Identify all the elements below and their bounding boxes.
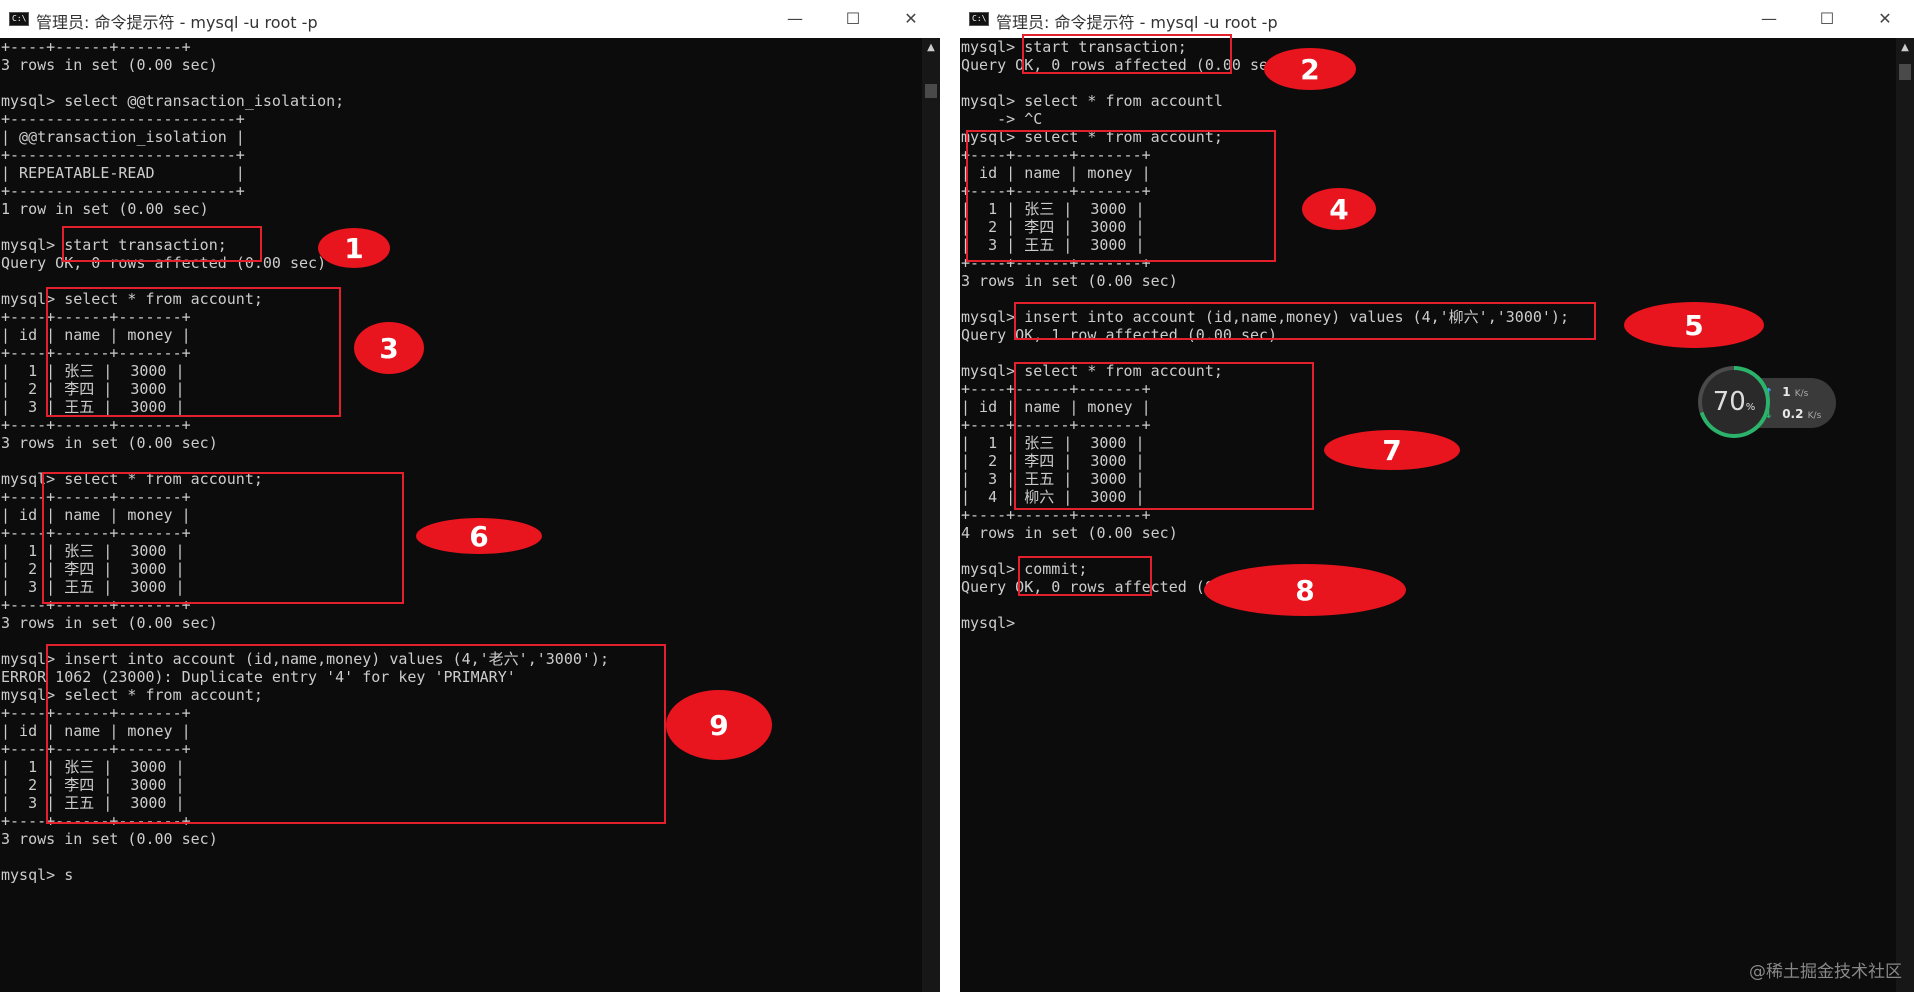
left-console-line: mysql> s <box>1 866 74 884</box>
left-console-line: 3 rows in set (0.00 sec) <box>1 56 218 74</box>
right-console-line <box>960 596 1896 614</box>
upload-speed-row: ↑ 1 K/s <box>1764 383 1834 401</box>
scroll-up-arrow-icon[interactable]: ▲ <box>922 38 940 58</box>
network-speed-widget[interactable]: ↑ 1 K/s ↓ 0.2 K/s 70% <box>1698 366 1838 440</box>
right-scrollbar[interactable]: ▲ <box>1896 38 1914 992</box>
left-title-bar[interactable]: C:\ 管理员: 命令提示符 - mysql -u root -p — ☐ ✕ <box>0 0 940 39</box>
scroll-up-arrow-icon[interactable]: ▲ <box>1896 38 1914 58</box>
right-console-line: -> ^C <box>961 110 1043 128</box>
right-console-line: 3 rows in set (0.00 sec) <box>961 272 1178 290</box>
highlight-box-start-transaction-right <box>1022 34 1232 74</box>
upload-speed-value: 1 <box>1782 385 1791 399</box>
left-console-line: | REPEATABLE-READ | <box>1 164 245 182</box>
download-speed-value: 0.2 <box>1782 407 1804 421</box>
cmd-app-icon: C:\ <box>9 12 29 26</box>
gauge-center: 70% <box>1702 370 1766 434</box>
watermark: @稀土掘金技术社区 <box>1749 962 1902 982</box>
left-minimize-button[interactable]: — <box>766 0 824 38</box>
highlight-box-select-right-2 <box>1014 362 1314 510</box>
window-gap <box>940 0 960 992</box>
right-minimize-button[interactable]: — <box>1740 0 1798 38</box>
highlight-box-insert-error <box>46 644 666 824</box>
right-console-line: mysql> select * from accountl <box>961 92 1223 110</box>
annotation-badge-8: 8 <box>1204 564 1406 616</box>
highlight-box-insert-right <box>1014 302 1596 340</box>
right-scroll-thumb[interactable] <box>1899 64 1911 80</box>
annotation-badge-3: 3 <box>354 322 424 374</box>
right-console-line: 4 rows in set (0.00 sec) <box>961 524 1178 542</box>
left-console-line: +----+------+-------+ <box>1 416 191 434</box>
right-close-button[interactable]: ✕ <box>1856 0 1914 38</box>
left-close-button[interactable]: ✕ <box>882 0 940 38</box>
left-console-line: | @@transaction_isolation | <box>1 128 245 146</box>
highlight-box-select-1 <box>46 287 341 417</box>
left-window-title: 管理员: 命令提示符 - mysql -u root -p <box>36 13 318 32</box>
left-console-line: +-------------------------+ <box>1 146 245 164</box>
annotation-badge-6: 6 <box>416 518 542 554</box>
annotation-badge-4: 4 <box>1302 188 1376 230</box>
left-console-line: 3 rows in set (0.00 sec) <box>1 434 218 452</box>
highlight-box-start-transaction <box>62 226 262 262</box>
left-console-line: +-------------------------+ <box>1 182 245 200</box>
highlight-box-select-right-1 <box>966 130 1276 262</box>
left-console-line: 3 rows in set (0.00 sec) <box>1 830 218 848</box>
download-speed-row: ↓ 0.2 K/s <box>1764 405 1834 423</box>
annotation-badge-1: 1 <box>318 228 390 268</box>
gauge-percent-value: 70 <box>1712 387 1746 417</box>
right-console-line <box>960 74 1896 92</box>
highlight-box-commit <box>1018 556 1152 596</box>
upload-speed-unit: K/s <box>1794 389 1809 399</box>
cmd-app-icon: C:\ <box>969 12 989 26</box>
download-speed-unit: K/s <box>1807 411 1822 421</box>
left-console-line: mysql> select @@transaction_isolation; <box>1 92 345 110</box>
left-console-line: 3 rows in set (0.00 sec) <box>1 614 218 632</box>
annotation-badge-9: 9 <box>666 690 772 760</box>
left-maximize-button[interactable]: ☐ <box>824 0 882 38</box>
left-console-line: +-------------------------+ <box>1 110 245 128</box>
memory-usage-gauge: 70% <box>1698 366 1770 438</box>
gauge-percent-sign: % <box>1745 401 1756 413</box>
right-window-title: 管理员: 命令提示符 - mysql -u root -p <box>996 13 1278 32</box>
left-console-line <box>0 452 922 470</box>
right-maximize-button[interactable]: ☐ <box>1798 0 1856 38</box>
annotation-badge-7: 7 <box>1324 430 1460 470</box>
annotation-badge-2: 2 <box>1264 48 1356 90</box>
annotation-badge-5: 5 <box>1624 302 1764 348</box>
right-console-line <box>960 344 1896 362</box>
left-console-line: +----+------+-------+ <box>1 38 191 56</box>
left-console-line <box>0 74 922 92</box>
highlight-box-select-2 <box>42 472 404 604</box>
left-console-line: 1 row in set (0.00 sec) <box>1 200 209 218</box>
right-console-line: mysql> <box>961 614 1025 632</box>
left-scrollbar[interactable]: ▲ <box>922 38 940 992</box>
left-console-line <box>0 848 922 866</box>
left-scroll-thumb[interactable] <box>925 84 937 98</box>
